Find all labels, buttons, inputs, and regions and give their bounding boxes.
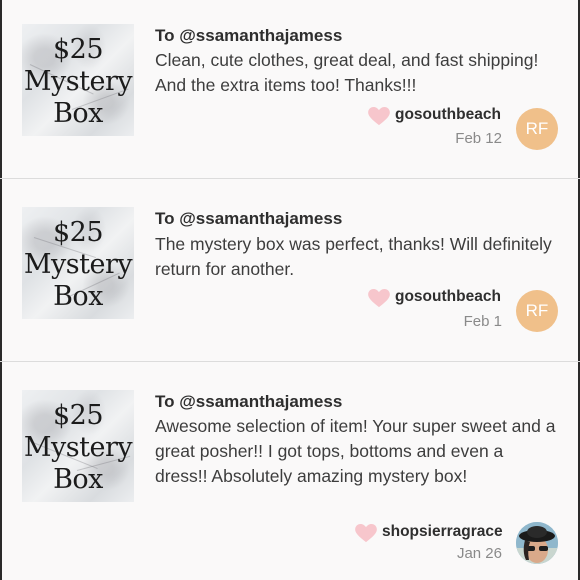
review-text: Clean, cute clothes, great deal, and fas… xyxy=(155,50,539,95)
heart-icon xyxy=(368,107,390,126)
reviewer-username[interactable]: shopsierragrace xyxy=(382,523,503,541)
review-date: Feb 12 xyxy=(455,130,502,147)
thumbnail-title: Mystery xyxy=(23,249,133,280)
review-card: $25 Mystery Box To @ssamanthajamess The … xyxy=(0,180,580,361)
divider xyxy=(0,178,580,179)
review-date: Jan 26 xyxy=(456,545,502,562)
listing-thumbnail[interactable]: $25 Mystery Box xyxy=(22,207,134,319)
review-card: $25 Mystery Box To @ssamanthajamess Clea… xyxy=(0,0,580,178)
avatar-photo[interactable] xyxy=(516,522,558,564)
review-recipient[interactable]: To @ssamanthajamess xyxy=(155,26,342,46)
heart-icon xyxy=(368,289,390,308)
thumbnail-subtitle: Box xyxy=(53,98,103,129)
reviewer-username[interactable]: gosouthbeach xyxy=(395,106,501,124)
avatar-photo-image xyxy=(516,522,558,564)
heart-icon xyxy=(355,524,377,543)
thumbnail-subtitle: Box xyxy=(53,464,103,495)
review-text: Awesome selection of item! Your super sw… xyxy=(155,416,556,486)
thumbnail-subtitle: Box xyxy=(53,281,103,312)
review-recipient[interactable]: To @ssamanthajamess xyxy=(155,392,342,412)
listing-thumbnail[interactable]: $25 Mystery Box xyxy=(22,390,134,502)
review-text: The mystery box was perfect, thanks! Wil… xyxy=(155,234,552,279)
thumbnail-title: Mystery xyxy=(23,66,133,97)
thumbnail-price: $25 xyxy=(52,400,104,431)
review-recipient[interactable]: To @ssamanthajamess xyxy=(155,209,342,229)
review-card: $25 Mystery Box To @ssamanthajamess Awes… xyxy=(0,362,580,580)
thumbnail-title: Mystery xyxy=(23,432,133,463)
avatar[interactable]: RF xyxy=(516,108,558,150)
listing-thumbnail[interactable]: $25 Mystery Box xyxy=(22,24,134,136)
thumbnail-price: $25 xyxy=(52,217,104,248)
reviewer-username[interactable]: gosouthbeach xyxy=(395,288,501,306)
avatar[interactable]: RF xyxy=(516,290,558,332)
thumbnail-price: $25 xyxy=(52,34,104,65)
review-date: Feb 1 xyxy=(463,313,502,330)
